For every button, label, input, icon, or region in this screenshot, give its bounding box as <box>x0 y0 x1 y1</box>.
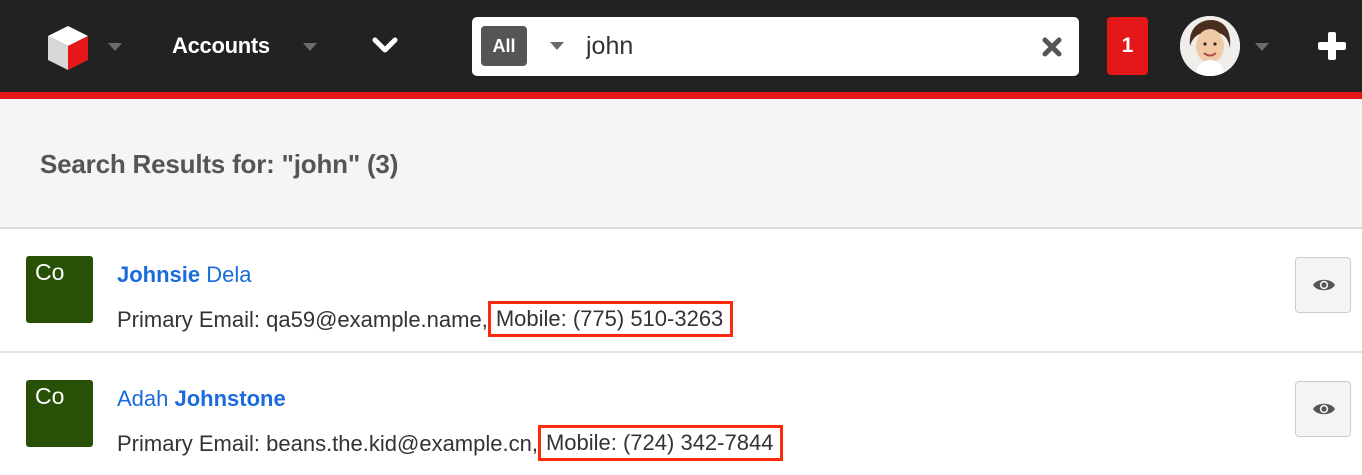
record-name-rest: Adah <box>117 386 175 411</box>
module-badge: Co <box>26 380 93 447</box>
record-name-link[interactable]: Adah Johnstone <box>117 386 286 412</box>
list-item: Co Adah Johnstone Primary Email: beans.t… <box>0 353 1362 475</box>
eye-icon <box>1313 279 1335 291</box>
plus-icon[interactable] <box>1318 32 1346 60</box>
primary-email: Primary Email: beans.the.kid@example.cn, <box>117 431 538 456</box>
global-search-bar: All <box>472 17 1079 76</box>
user-menu-caret-icon[interactable] <box>1255 43 1269 51</box>
record-details: Primary Email: beans.the.kid@example.cn,… <box>117 425 784 462</box>
module-badge: Co <box>26 256 93 323</box>
nav-module-accounts[interactable]: Accounts <box>172 33 270 59</box>
record-name-match: Johnstone <box>174 386 286 411</box>
record-name-rest: Dela <box>200 262 252 287</box>
chevron-down-icon[interactable] <box>372 36 398 56</box>
mobile-number-highlight: Mobile: (775) 510-3263 <box>487 301 734 337</box>
record-name-link[interactable]: Johnsie Dela <box>117 262 252 288</box>
record-details: Primary Email: qa59@example.name, Mobile:… <box>117 301 734 338</box>
logo-menu-caret-icon[interactable] <box>108 43 122 51</box>
notification-badge[interactable]: 1 <box>1107 17 1148 75</box>
list-item: Co Johnsie Dela Primary Email: qa59@exam… <box>0 229 1362 353</box>
mobile-number-highlight: Mobile: (724) 342-7844 <box>537 425 784 461</box>
module-menu-caret-icon[interactable] <box>303 43 317 51</box>
search-input[interactable] <box>548 17 1018 76</box>
close-icon[interactable] <box>1042 37 1062 57</box>
search-results-header: Search Results for: "john" (3) <box>0 99 1362 229</box>
top-navbar: Accounts All 1 <box>0 0 1362 92</box>
navbar-accent-line <box>0 92 1362 99</box>
page-title: Search Results for: "john" (3) <box>40 149 399 179</box>
logo-cube-icon[interactable] <box>44 24 92 72</box>
record-name-match: Johnsie <box>117 262 201 287</box>
preview-button[interactable] <box>1295 257 1351 313</box>
search-scope-button[interactable]: All <box>481 26 527 66</box>
primary-email: Primary Email: qa59@example.name, <box>117 307 488 332</box>
preview-button[interactable] <box>1295 381 1351 437</box>
eye-icon <box>1313 403 1335 415</box>
user-avatar[interactable] <box>1180 16 1240 76</box>
